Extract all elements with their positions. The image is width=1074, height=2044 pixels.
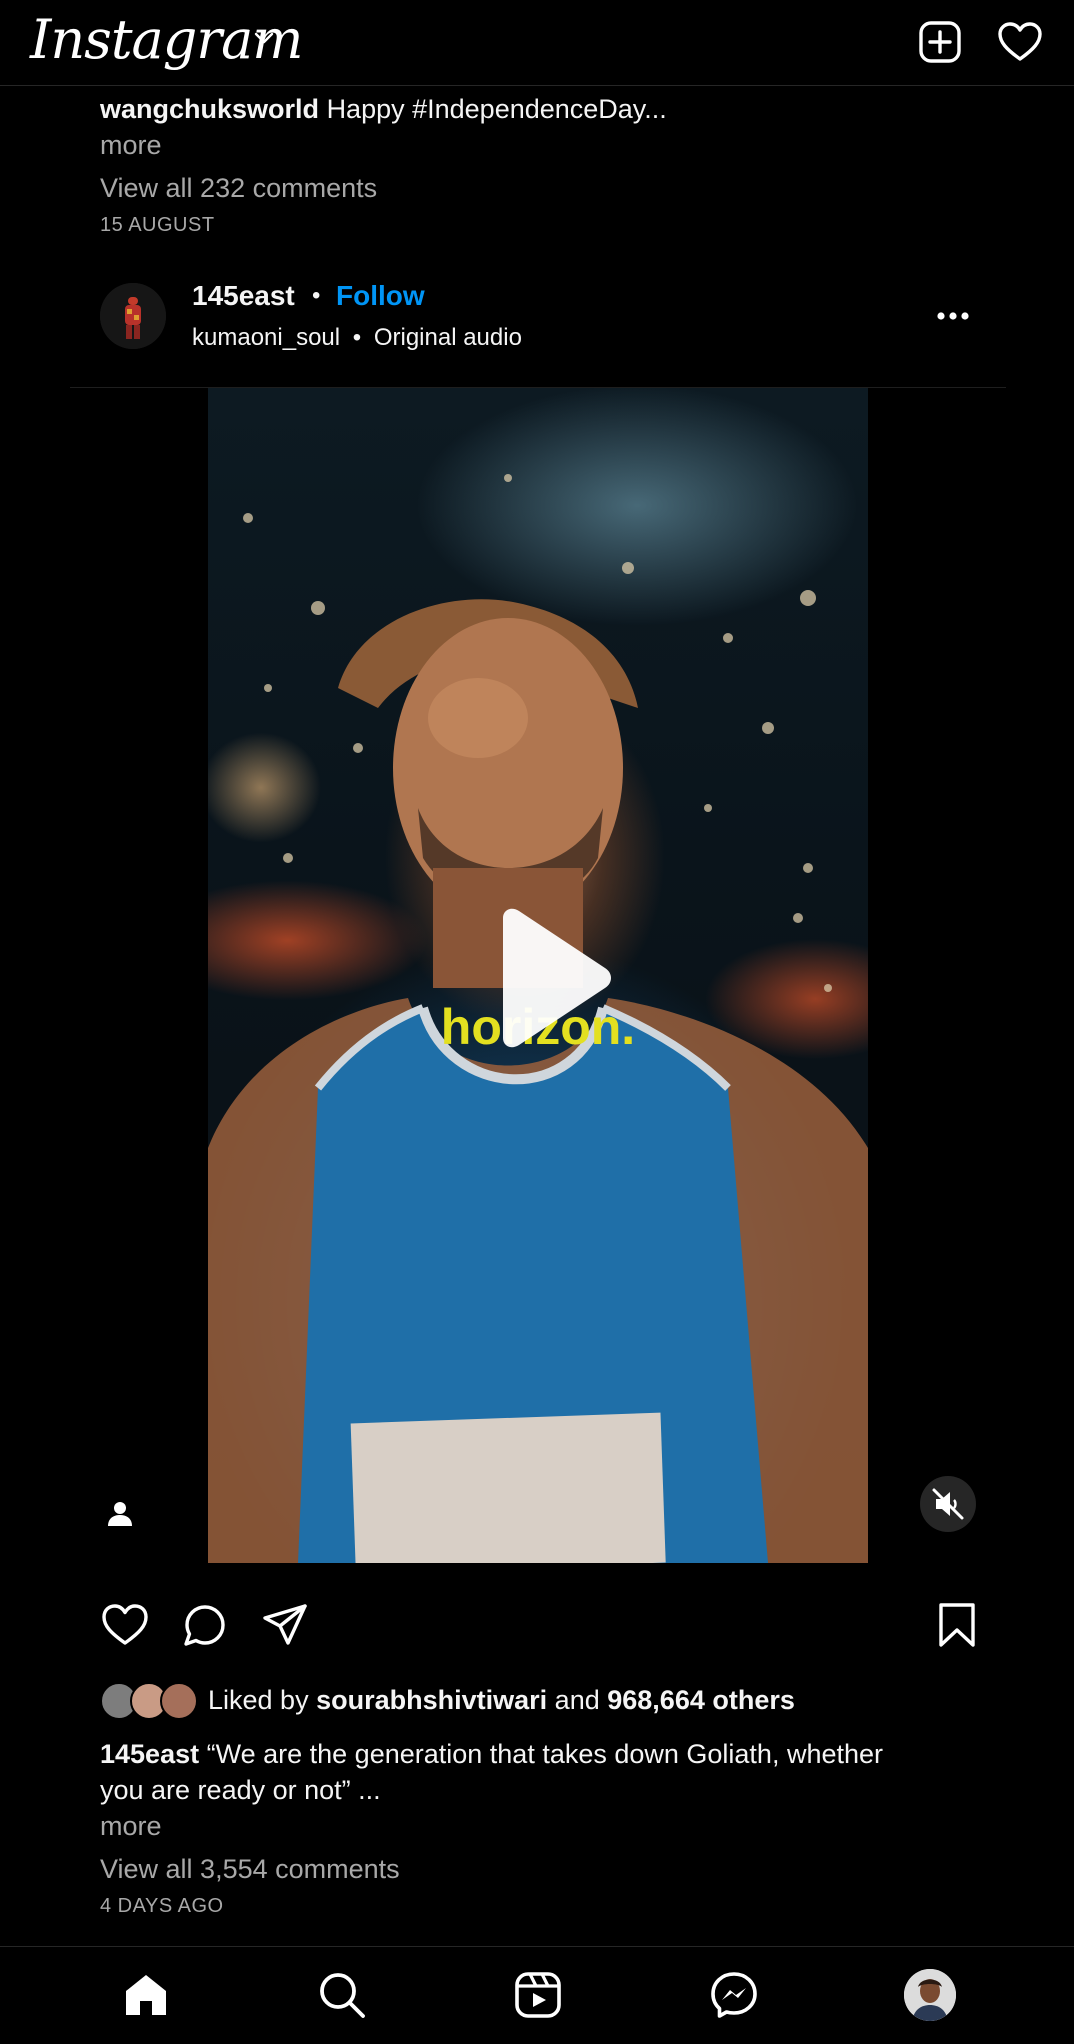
speaker-muted-icon — [932, 1488, 964, 1520]
prev-post-caption-text: Happy #IndependenceDay... — [326, 94, 667, 124]
prev-post-username[interactable]: wangchuksworld — [100, 94, 319, 124]
prev-post-more-link[interactable]: more — [100, 130, 162, 161]
post-caption-line-2: you are ready or not” ... — [100, 1775, 381, 1805]
reels-icon[interactable] — [512, 1969, 564, 2021]
prev-post-view-comments[interactable]: View all 232 comments — [100, 173, 377, 204]
post-header-separator: • — [312, 282, 321, 309]
save-bookmark-icon[interactable] — [932, 1600, 982, 1650]
post-video[interactable]: horizon. — [208, 388, 868, 1563]
prev-post-date: 15 AUGUST — [100, 214, 215, 236]
post-username[interactable]: 145east — [192, 280, 295, 312]
play-icon[interactable] — [483, 908, 613, 1048]
search-icon[interactable] — [316, 1969, 368, 2021]
like-heart-icon[interactable] — [100, 1600, 150, 1650]
home-icon[interactable] — [120, 1969, 172, 2021]
audio-separator: • — [352, 324, 362, 351]
chevron-down-icon[interactable] — [252, 26, 276, 50]
post-view-comments[interactable]: View all 3,554 comments — [100, 1854, 400, 1885]
profile-avatar[interactable] — [904, 1969, 956, 2021]
mute-button[interactable] — [920, 1476, 976, 1532]
post-date: 4 DAYS AGO — [100, 1895, 224, 1917]
liked-by-and: and — [554, 1685, 600, 1715]
audio-label[interactable]: Original audio — [374, 324, 522, 351]
tagged-people-icon[interactable] — [100, 1494, 140, 1534]
heart-icon[interactable] — [996, 18, 1044, 66]
liked-by-user[interactable]: sourabhshivtiwari — [316, 1685, 547, 1715]
liked-by-avatars[interactable] — [100, 1682, 200, 1720]
top-header: Instagram — [0, 0, 1074, 86]
liked-by-text: Liked by sourabhshivtiwari and 968,664 o… — [208, 1685, 795, 1716]
prev-post-caption: wangchuksworld Happy #IndependenceDay... — [100, 94, 667, 125]
new-post-icon[interactable] — [916, 18, 964, 66]
liked-avatar-3 — [160, 1682, 198, 1720]
bottom-navigation — [0, 1946, 1074, 2044]
caption-more-link[interactable]: more — [100, 1811, 162, 1842]
post-avatar[interactable] — [100, 283, 166, 349]
liked-by-others[interactable]: 968,664 others — [607, 1685, 795, 1715]
caption-text-1: “We are the generation that takes down G… — [206, 1739, 884, 1769]
comment-icon[interactable] — [180, 1600, 230, 1650]
profile-avatar-image — [904, 1969, 956, 2021]
more-options-icon[interactable] — [936, 306, 970, 326]
post-audio: kumaoni_soul • Original audio — [192, 324, 522, 352]
share-send-icon[interactable] — [260, 1600, 310, 1650]
follow-button[interactable]: Follow — [336, 280, 425, 312]
audio-username[interactable]: kumaoni_soul — [192, 324, 340, 351]
caption-username[interactable]: 145east — [100, 1739, 199, 1769]
post-caption-line-1: 145east “We are the generation that take… — [100, 1739, 883, 1770]
messenger-icon[interactable] — [708, 1969, 760, 2021]
avatar-image — [100, 283, 166, 349]
liked-by-prefix: Liked by — [208, 1685, 309, 1715]
